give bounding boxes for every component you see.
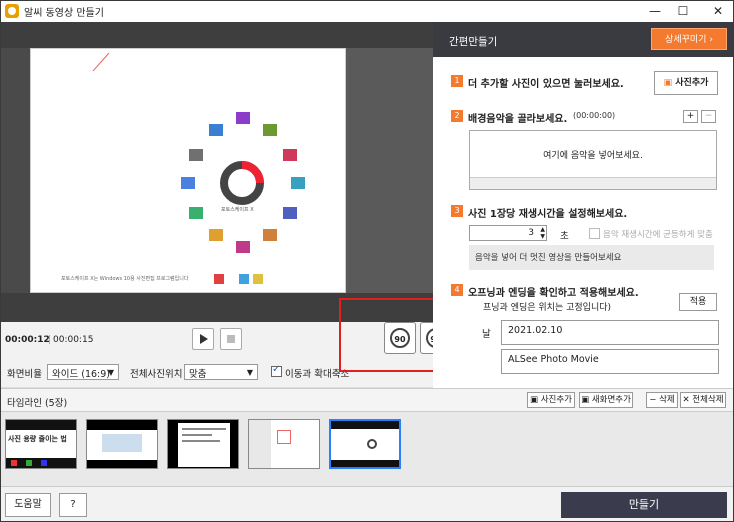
question-button[interactable]: ? — [59, 493, 87, 517]
ending-title-field[interactable]: ALSee Photo Movie — [501, 349, 719, 374]
detail-edit-label: 상세꾸미기 — [665, 35, 707, 45]
help-button[interactable]: 도움말 — [5, 493, 51, 517]
music-scrollbar[interactable] — [470, 177, 716, 189]
new-screen-label: 새화면추가 — [591, 395, 631, 405]
add-photo-button[interactable]: ▣ 사진추가 — [654, 71, 718, 95]
step4-number: 4 — [451, 284, 463, 296]
step2-number: 2 — [451, 110, 463, 122]
position-label: 전체사진위치 — [130, 369, 183, 380]
slide-footer-text: 포토스케이프 X는 Windows 10용 사진편집 프로그램입니다 — [61, 276, 189, 282]
timeline-thumb-3[interactable] — [167, 419, 239, 469]
delete-button[interactable]: − 삭제 — [646, 392, 678, 408]
music-duration: (00:00:00) — [573, 111, 616, 120]
minus-icon: − — [649, 395, 657, 405]
timeline-add-photo-label: 사진추가 — [540, 395, 572, 405]
chevron-down-icon: ▼ — [246, 368, 253, 377]
aspect-select[interactable]: 와이드 (16:9) ▼ — [47, 364, 119, 380]
timeline-thumb-4[interactable] — [248, 419, 320, 469]
step2-text: 배경음악을 골라보세요. — [468, 114, 568, 125]
seconds-unit: 초 — [560, 231, 569, 242]
slide-center-text: 포토스케이프 X — [221, 207, 254, 213]
seconds-value: 3 — [528, 228, 534, 238]
timeline-thumb-1[interactable]: 사진 용량 줄이는 법 — [5, 419, 77, 469]
chevron-down-icon: ▼ — [107, 368, 114, 377]
music-placeholder: 여기에 음악을 넣어보세요. — [543, 151, 643, 161]
position-value: 맞춤 — [189, 369, 207, 380]
timeline-add-photo-button[interactable]: ▣ 사진추가 — [527, 392, 575, 408]
photo-icon: ▣ — [529, 395, 539, 405]
step1-number: 1 — [451, 75, 463, 87]
close-icon: ✕ — [682, 395, 690, 405]
seconds-stepper[interactable]: 3 ▲ ▼ — [469, 225, 547, 241]
delete-label: 삭제 — [659, 395, 675, 405]
step1-text: 더 추가할 사진이 있으면 눌러보세요. — [468, 79, 624, 90]
add-photo-icon: ▣ — [663, 78, 673, 88]
timeline-thumb-2[interactable] — [86, 419, 158, 469]
fit-music-label: 음악 재생시간에 균등하게 맞춤 — [603, 230, 713, 240]
motion-checkbox[interactable] — [271, 364, 282, 377]
remove-music-button[interactable]: − — [701, 110, 716, 123]
music-hint-bar: 음악을 넣어 더 멋진 영상을 만들어보세요 — [469, 245, 714, 270]
preview-top-strip — [1, 22, 433, 48]
step4-sub: 프닝과 엔딩은 위치는 고정입니다) — [483, 303, 612, 313]
delete-all-button[interactable]: ✕ 전체삭제 — [680, 392, 726, 408]
slide-graphic — [92, 52, 305, 284]
title-bar — [1, 1, 733, 22]
close-button[interactable]: ✕ — [703, 2, 733, 20]
fit-music-checkbox[interactable] — [589, 228, 600, 239]
maximize-button[interactable]: ☐ — [668, 2, 698, 20]
stepper-arrows-icon: ▲ ▼ — [540, 226, 545, 240]
step4-text: 오프닝과 엔딩을 확인하고 적용해보세요. — [468, 288, 639, 299]
add-photo-label: 사진추가 — [675, 78, 709, 88]
right-panel-title: 간편만들기 — [449, 36, 498, 48]
aspect-value: 와이드 (16:9) — [52, 369, 110, 380]
screen-icon: ▣ — [581, 395, 590, 405]
opening-side-label: 날 — [482, 329, 491, 340]
delete-all-label: 전체삭제 — [692, 395, 724, 405]
add-music-button[interactable]: + — [683, 110, 698, 123]
music-hint: 음악을 넣어 더 멋진 영상을 만들어보세요 — [475, 253, 622, 263]
chevron-right-icon: › — [709, 35, 713, 45]
preview-blurred-edge — [346, 48, 433, 293]
current-time: 00:00:12 — [5, 335, 50, 345]
step3-number: 3 — [451, 205, 463, 217]
time-divider: | — [48, 335, 52, 345]
app-logo-icon — [5, 4, 19, 18]
window-title: 알씨 동영상 만들기 — [24, 8, 104, 19]
apply-button[interactable]: 적용 — [679, 293, 717, 311]
preview-slide: 포토스케이프 X 포토스케이프 X는 Windows 10용 사진편집 프로그램… — [30, 48, 346, 293]
position-select[interactable]: 맞춤 ▼ — [184, 364, 258, 380]
step3-text: 사진 1장당 재생시간을 설정해보세요. — [468, 209, 628, 220]
timeline-label: 타임라인 (5장) — [7, 398, 68, 409]
new-screen-button[interactable]: ▣ 새화면추가 — [579, 392, 633, 408]
aspect-label: 화면비율 — [7, 369, 42, 380]
opening-date-field[interactable]: 2021.02.10 — [501, 320, 719, 345]
detail-edit-button[interactable]: 상세꾸미기 › — [651, 28, 727, 50]
stop-button[interactable] — [220, 328, 242, 350]
thumb1-text: 사진 용량 줄이는 법 — [8, 435, 67, 443]
play-button[interactable] — [192, 328, 214, 350]
make-button[interactable]: 만들기 — [561, 492, 727, 518]
total-time: 00:00:15 — [53, 335, 94, 345]
minimize-button[interactable]: — — [640, 2, 670, 20]
timeline-thumb-5[interactable] — [329, 419, 401, 469]
